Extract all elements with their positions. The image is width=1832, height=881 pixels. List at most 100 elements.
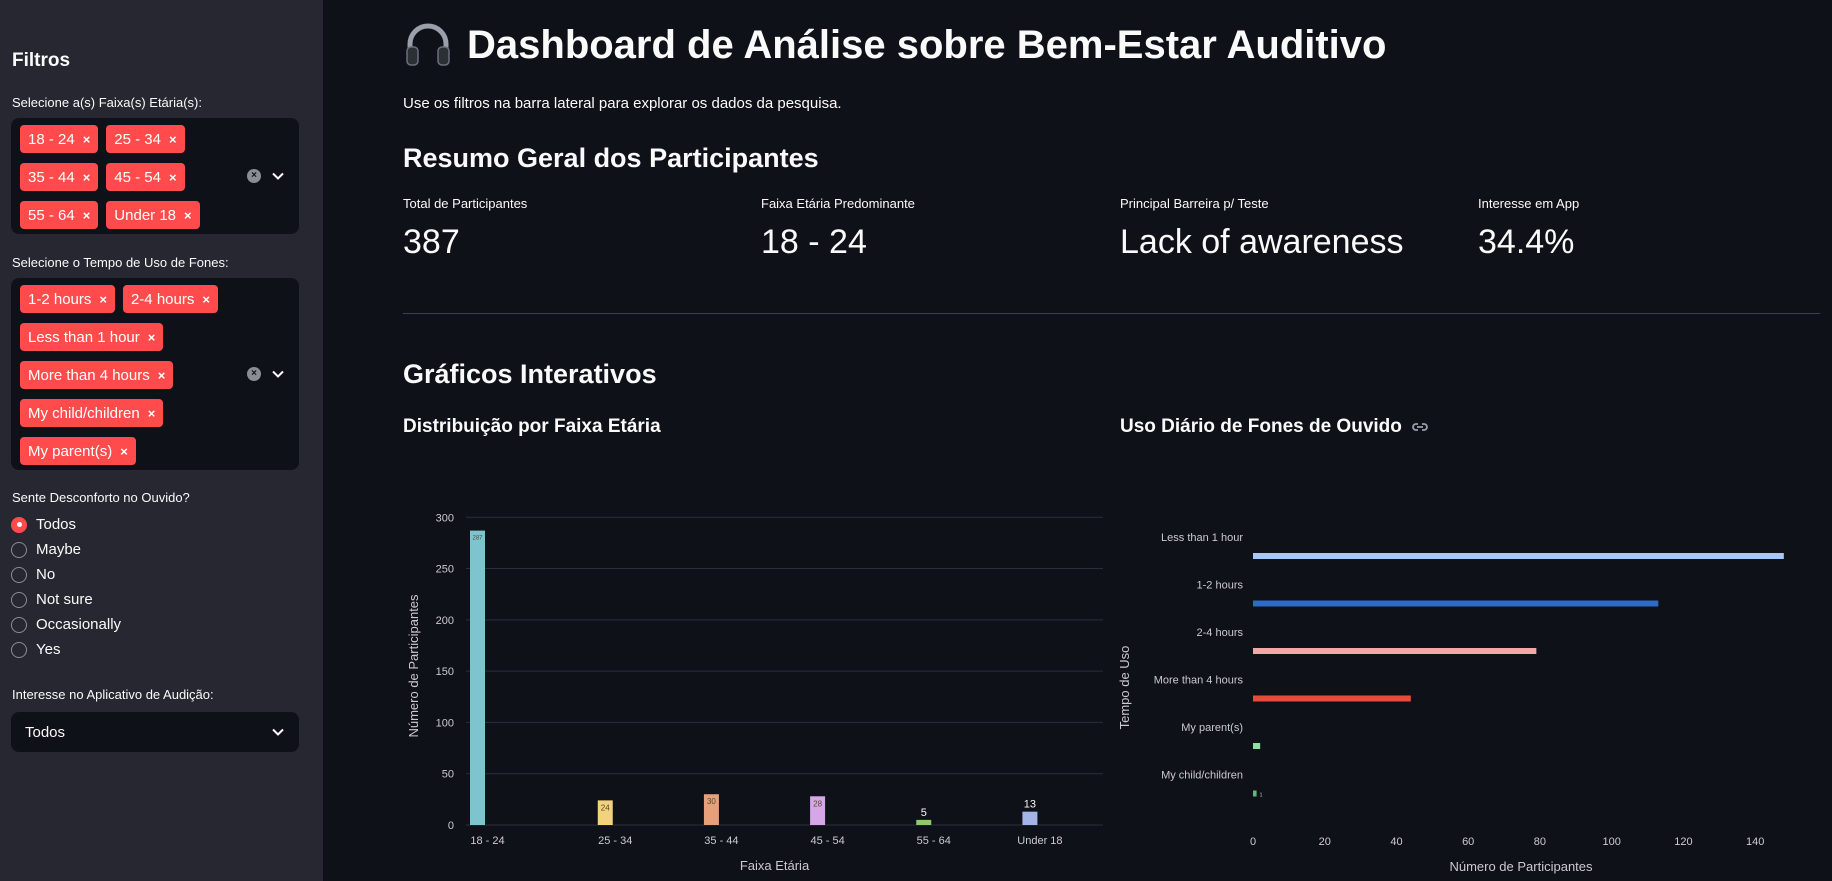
radio-label: Todos [36, 516, 77, 533]
y-tick-label: 100 [436, 717, 454, 729]
y-tick-label: My child/children [1161, 770, 1243, 782]
filter-chip[interactable]: 18 - 24 × [20, 125, 99, 153]
radio-icon[interactable] [11, 616, 27, 633]
clear-icon[interactable]: × [247, 367, 261, 381]
remove-chip-icon[interactable]: × [83, 132, 91, 147]
sidebar-title: Filtros [12, 50, 71, 71]
age-chart-title-text: Distribuição por Faixa Etária [403, 416, 661, 437]
x-tick-label: 0 [1250, 836, 1256, 848]
usage-chart-title-text: Uso Diário de Fones de Ouvido [1120, 416, 1402, 437]
metric-interest: Interesse em App 34.4% [1478, 196, 1579, 262]
filter-chip[interactable]: 35 - 44 × [20, 163, 99, 191]
remove-chip-icon[interactable]: × [148, 330, 156, 345]
page-subtitle: Use os filtros na barra lateral para exp… [403, 95, 842, 112]
metric-label: Faixa Etária Predominante [761, 196, 915, 211]
filter-chip[interactable]: More than 4 hours × [20, 361, 174, 389]
radio-icon[interactable] [11, 641, 27, 658]
metric-value: 18 - 24 [761, 223, 867, 261]
divider [403, 313, 1820, 314]
bar-value-label: 5 [921, 807, 927, 819]
x-tick-label: 18 - 24 [470, 835, 504, 847]
page-title: Dashboard de Análise sobre Bem-Estar Aud… [403, 20, 1386, 70]
filter-chip[interactable]: 55 - 64 × [20, 201, 99, 229]
usage-multiselect[interactable]: 1-2 hours × 2-4 hours × Less than 1 hour × Mor… [11, 278, 299, 470]
chevron-down-icon[interactable] [271, 169, 285, 183]
filter-chip[interactable]: Under 18 × [106, 201, 200, 229]
chip-label: 55 - 64 [28, 206, 75, 224]
remove-chip-icon[interactable]: × [99, 292, 107, 307]
interest-label: Interesse no Aplicativo de Audição: [12, 687, 214, 702]
charts-heading: Gráficos Interativos [403, 359, 657, 389]
discomfort-option[interactable]: Yes [11, 641, 60, 658]
age-filter-label: Selecione a(s) Faixa(s) Etária(s): [12, 95, 202, 110]
chip-label: 1-2 hours [28, 290, 92, 308]
remove-chip-icon[interactable]: × [83, 170, 91, 185]
bar [470, 530, 485, 825]
discomfort-option[interactable]: Not sure [11, 591, 93, 608]
chevron-down-icon[interactable] [271, 367, 285, 381]
radio-icon[interactable] [11, 541, 27, 558]
link-icon[interactable] [1410, 417, 1430, 437]
metric-age: Faixa Etária Predominante 18 - 24 [761, 196, 915, 262]
radio-icon[interactable] [11, 591, 27, 608]
bar [1253, 790, 1257, 797]
clear-icon[interactable]: × [247, 169, 261, 183]
radio-icon[interactable] [11, 516, 27, 533]
remove-chip-icon[interactable]: × [202, 292, 210, 307]
discomfort-option[interactable]: Occasionally [11, 616, 121, 633]
sidebar: Filtros Selecione a(s) Faixa(s) Etária(s… [0, 0, 323, 881]
remove-chip-icon[interactable]: × [120, 444, 128, 459]
page-title-text: Dashboard de Análise sobre Bem-Estar Aud… [467, 22, 1387, 67]
metric-total: Total de Participantes 387 [403, 196, 527, 262]
radio-label: Occasionally [36, 616, 122, 633]
filter-chip[interactable]: 2-4 hours × [122, 285, 218, 313]
remove-chip-icon[interactable]: × [148, 406, 156, 421]
remove-chip-icon[interactable]: × [184, 208, 192, 223]
y-tick-label: More than 4 hours [1154, 675, 1244, 687]
discomfort-option[interactable]: No [11, 566, 55, 583]
y-tick-label: 150 [436, 666, 454, 678]
x-tick-label: Under 18 [1017, 835, 1062, 847]
metric-value: 387 [403, 223, 460, 261]
age-multiselect[interactable]: 18 - 24 × 25 - 34 × 35 - 44 × 45 - 54 × 55 - 64 ×… [11, 118, 299, 234]
x-tick-label: 80 [1534, 836, 1546, 848]
bar [916, 819, 932, 825]
filter-chip[interactable]: My parent(s) × [20, 437, 136, 465]
remove-chip-icon[interactable]: × [158, 368, 166, 383]
usage-filter-label: Selecione o Tempo de Uso de Fones: [12, 255, 229, 270]
y-tick-label: 300 [436, 512, 454, 524]
metric-value: 34.4% [1478, 223, 1575, 261]
age-bar-chart[interactable]: 0 50 100 150 200 250 300 287 18 - 24 24 25 - 34 30 3… [398, 495, 1118, 880]
interest-select[interactable]: Todos [11, 712, 299, 752]
filter-chip[interactable]: Less than 1 hour × [20, 323, 164, 351]
discomfort-option[interactable]: Todos [11, 516, 76, 533]
x-axis-label: Número de Participantes [1449, 859, 1593, 874]
bar [1253, 695, 1411, 702]
x-tick-label: 120 [1674, 836, 1692, 848]
x-tick-label: 60 [1462, 836, 1474, 848]
usage-chart-title: Uso Diário de Fones de Ouvido [1120, 416, 1430, 438]
remove-chip-icon[interactable]: × [169, 170, 177, 185]
chip-label: 18 - 24 [28, 130, 75, 148]
y-tick-label: 50 [442, 769, 454, 781]
x-tick-label: 35 - 44 [704, 835, 738, 847]
remove-chip-icon[interactable]: × [83, 208, 91, 223]
y-tick-label: My parent(s) [1181, 722, 1243, 734]
filter-chip[interactable]: 1-2 hours × [20, 285, 115, 313]
radio-label: Yes [36, 641, 61, 658]
radio-icon[interactable] [11, 566, 27, 583]
summary-heading: Resumo Geral dos Participantes [403, 143, 819, 173]
bar [1253, 743, 1261, 749]
bar-value-label: 24 [601, 803, 610, 812]
bar [1253, 648, 1537, 654]
filter-chip[interactable]: 45 - 54 × [106, 163, 185, 191]
y-axis-label: Número de Participantes [406, 594, 421, 738]
remove-chip-icon[interactable]: × [169, 132, 177, 147]
usage-bar-chart[interactable]: 0 20 40 60 80 100 120 140 Less than 1 hour 1-2 ho… [1115, 520, 1815, 880]
filter-chip[interactable]: 25 - 34 × [106, 125, 185, 153]
y-tick-label: 250 [436, 564, 454, 576]
interest-select-value: Todos [25, 723, 66, 741]
discomfort-option[interactable]: Maybe [11, 541, 81, 558]
bar [1253, 600, 1659, 607]
filter-chip[interactable]: My child/children × [20, 399, 164, 427]
